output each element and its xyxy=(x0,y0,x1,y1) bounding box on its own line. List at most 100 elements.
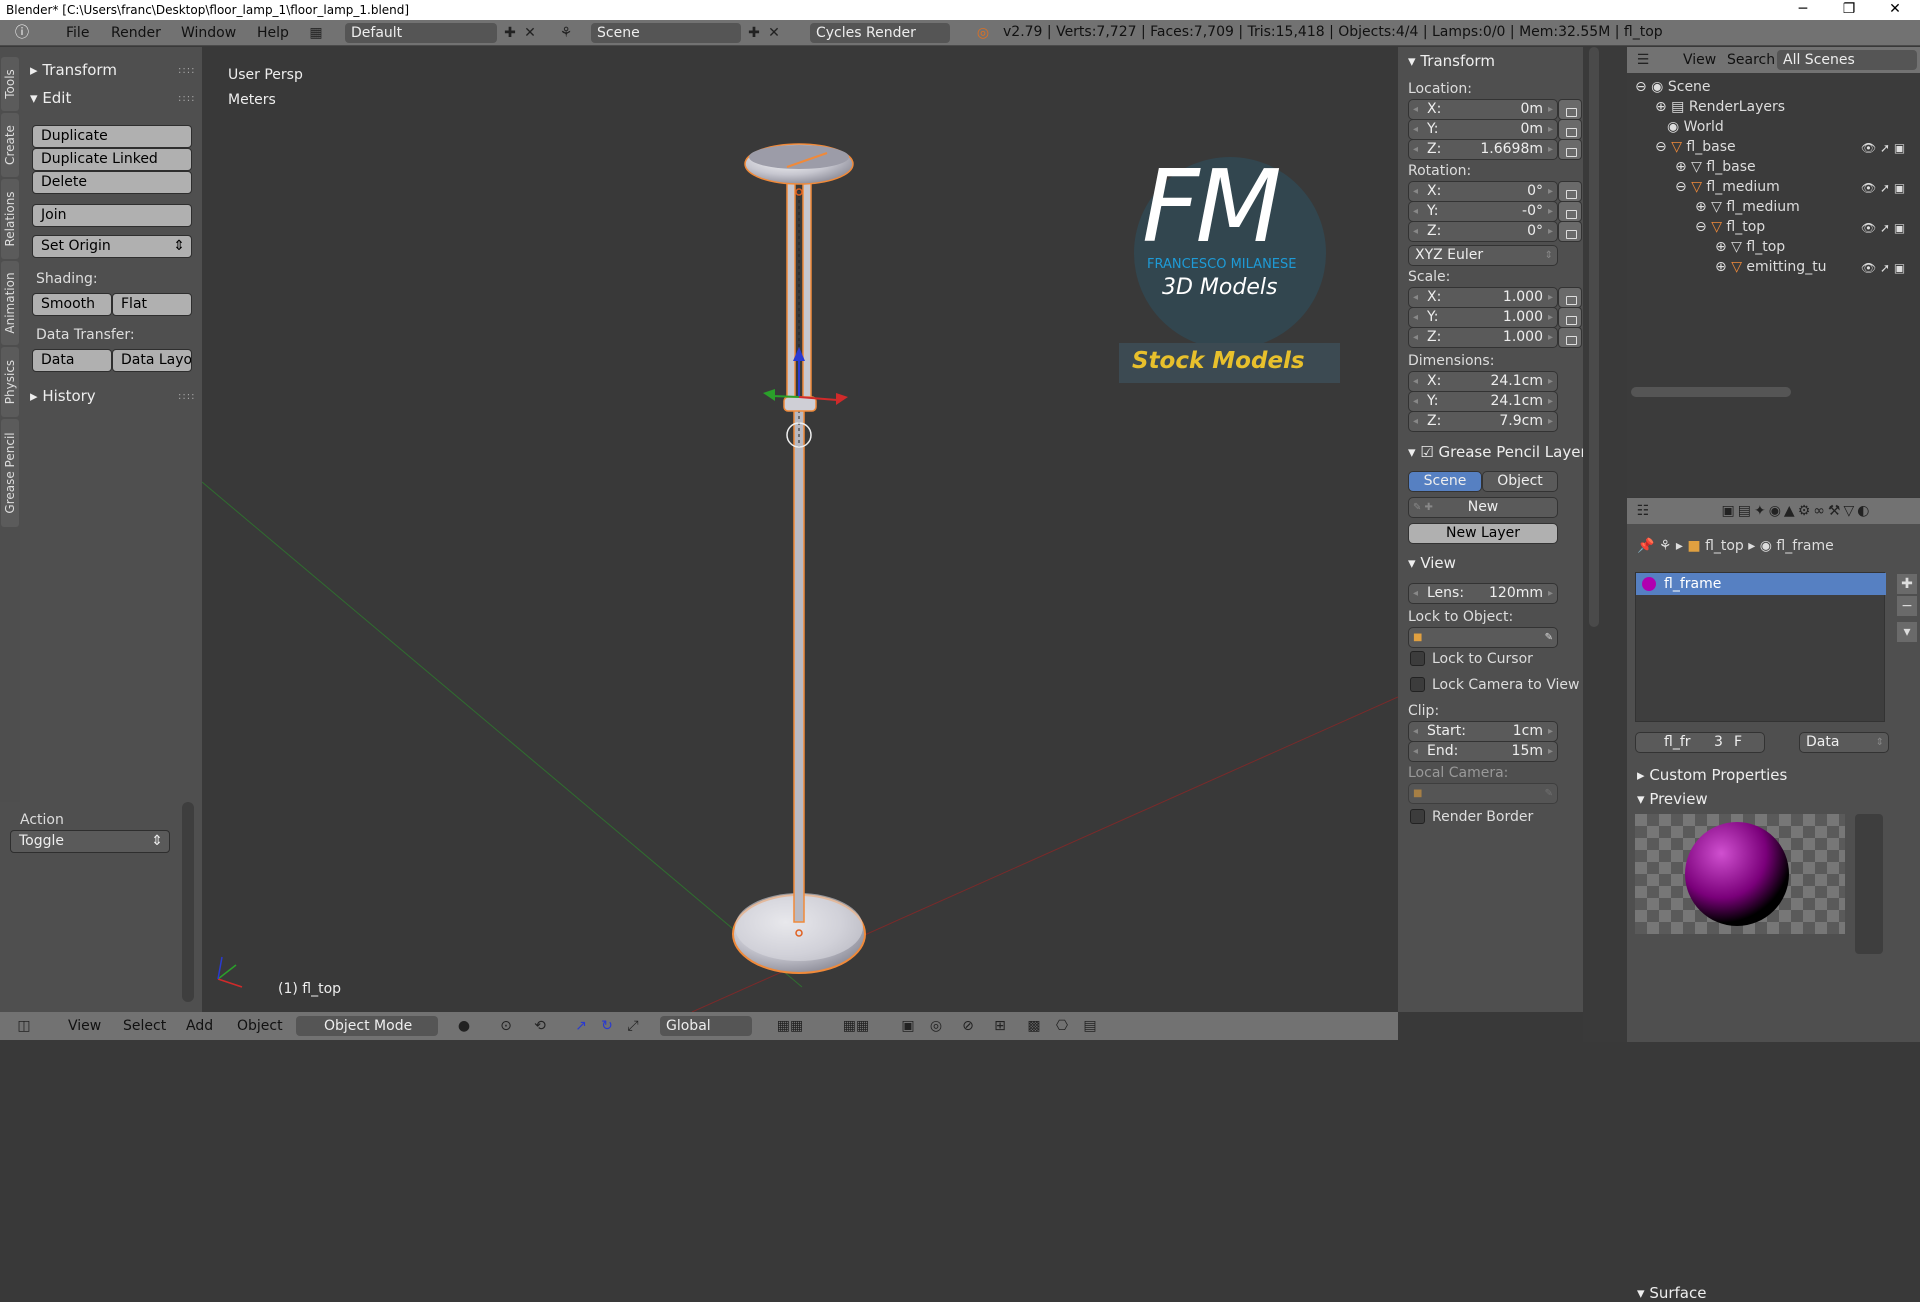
menu-object[interactable]: Object xyxy=(237,1018,283,1034)
duplicate-button[interactable]: Duplicate xyxy=(32,125,192,148)
outliner-editor-icon[interactable]: ☰ xyxy=(1633,50,1653,70)
maximize-button[interactable]: ❐ xyxy=(1826,0,1872,20)
view-panel-header[interactable]: ▾ View xyxy=(1408,554,1456,572)
tab-relations[interactable]: Relations xyxy=(1,179,19,259)
join-button[interactable]: Join xyxy=(32,204,192,227)
gp-new-button[interactable]: ✎ ✚ New xyxy=(1408,497,1558,518)
render-icon[interactable]: ▩ xyxy=(1024,1016,1044,1036)
menu-file[interactable]: File xyxy=(66,25,89,41)
tab-tools[interactable]: Tools xyxy=(1,57,19,111)
render-border-checkbox[interactable] xyxy=(1410,809,1425,824)
lock-to-cursor-checkbox[interactable] xyxy=(1410,651,1425,666)
lock-rotation-y-icon[interactable] xyxy=(1558,201,1582,222)
material-datablock-field[interactable]: fl_fr 3 F xyxy=(1635,732,1765,753)
outliner-item-fl-top-mesh[interactable]: ⊕ ▽ fl_top xyxy=(1715,239,1785,255)
tab-create[interactable]: Create xyxy=(1,113,19,177)
panel-drag-handle[interactable]: :::: xyxy=(178,93,195,104)
rotate-icon[interactable]: ↻ xyxy=(597,1016,617,1036)
visibility-eye-icon[interactable]: 👁 ➚ ▣ xyxy=(1861,181,1905,195)
flat-button[interactable]: Flat xyxy=(112,293,192,316)
smooth-button[interactable]: Smooth xyxy=(32,293,112,316)
slot-menu-icon[interactable]: ▾ xyxy=(1897,622,1917,642)
data-transfer-button[interactable]: Data xyxy=(32,349,112,372)
action-toggle-dropdown[interactable]: Toggle ⇕ xyxy=(10,830,170,853)
scene-field[interactable]: Scene xyxy=(591,23,741,43)
transform-header[interactable]: ▾ Transform xyxy=(1408,52,1495,70)
clip-start-field[interactable]: ◂ Start: 1cm ▸ xyxy=(1408,721,1558,742)
visibility-eye-icon[interactable]: 👁 ➚ ▣ xyxy=(1861,221,1905,235)
new-layer-button[interactable]: New Layer xyxy=(1408,523,1558,544)
viewport-shading-icon[interactable]: ● xyxy=(454,1016,474,1036)
grease-pencil-layer-header[interactable]: ▾ ☑ Grease Pencil Layer xyxy=(1408,443,1587,461)
snap-element-icon[interactable]: ⊞ xyxy=(990,1016,1010,1036)
preview-type-buttons[interactable] xyxy=(1855,814,1883,954)
rotation-z-field[interactable]: ◂ Z: 0° ▸ xyxy=(1408,221,1558,242)
preview-header[interactable]: ▾ Preview xyxy=(1637,790,1708,808)
edit-panel-header[interactable]: ▾ Edit xyxy=(30,89,71,107)
outliner-item-fl-base-mesh[interactable]: ⊕ ▽ fl_base xyxy=(1675,159,1756,175)
panel-drag-handle[interactable]: :::: xyxy=(178,391,195,402)
rotation-mode-select[interactable]: XYZ Euler ⇕ xyxy=(1408,245,1558,266)
data-layout-button[interactable]: Data Layo xyxy=(112,349,192,372)
add-layout-icon[interactable]: ✚ xyxy=(500,23,520,43)
outliner-item-fl-medium[interactable]: ⊖ ▽ fl_medium xyxy=(1675,179,1780,195)
material-slot-item[interactable]: fl_frame xyxy=(1636,573,1886,595)
outliner-item-scene[interactable]: ⊖ ◉ Scene xyxy=(1635,79,1711,95)
snap-icon[interactable]: ⊘ xyxy=(958,1016,978,1036)
outliner-item-emitting-tu[interactable]: ⊕ ▽ emitting_tu xyxy=(1715,259,1827,275)
lock-rotation-x-icon[interactable] xyxy=(1558,181,1582,202)
screen-layout-field[interactable]: Default xyxy=(345,23,497,43)
lock-location-x-icon[interactable] xyxy=(1558,99,1582,120)
properties-context-tabs[interactable]: ▣▤✦◉▲⚙∞⚒▽◐ xyxy=(1677,501,1917,521)
rotation-y-field[interactable]: ◂ Y: -0° ▸ xyxy=(1408,201,1558,222)
surface-header[interactable]: ▾ Surface xyxy=(1637,1284,1706,1302)
menu-select[interactable]: Select xyxy=(123,1018,166,1034)
pivot-icon[interactable]: ⊙ xyxy=(496,1016,516,1036)
tab-physics[interactable]: Physics xyxy=(1,347,19,417)
visibility-eye-icon[interactable]: 👁 ➚ ▣ xyxy=(1861,261,1905,275)
remove-scene-icon[interactable]: ✕ xyxy=(764,23,784,43)
menu-window[interactable]: Window xyxy=(181,25,236,41)
render-engine-select[interactable]: Cycles Render xyxy=(810,23,950,43)
local-camera-field[interactable]: ■ ✎ xyxy=(1408,783,1558,804)
orientation-select[interactable]: Global xyxy=(660,1016,752,1036)
properties-editor-icon[interactable]: ☷ xyxy=(1633,501,1653,521)
tab-grease-pencil[interactable]: Grease Pencil xyxy=(1,419,19,527)
outliner-item-renderlayers[interactable]: ⊕ ▤ RenderLayers xyxy=(1655,99,1785,115)
outliner-item-fl-base[interactable]: ⊖ ▽ fl_base xyxy=(1655,139,1736,155)
menu-help[interactable]: Help xyxy=(257,25,289,41)
layout-grid-icon[interactable]: ▦ xyxy=(306,23,326,43)
gp-scene-button[interactable]: Scene xyxy=(1408,471,1482,492)
rotation-x-field[interactable]: ◂ X: 0° ▸ xyxy=(1408,181,1558,202)
lock-layers-icon[interactable]: ▣ xyxy=(898,1016,918,1036)
custom-properties-header[interactable]: ▸ Custom Properties xyxy=(1637,766,1787,784)
minimize-button[interactable]: ─ xyxy=(1780,0,1826,20)
menu-view[interactable]: View xyxy=(68,1018,101,1034)
dimension-y-field[interactable]: ◂ Y: 24.1cm ▸ xyxy=(1408,391,1558,412)
history-panel-header[interactable]: ▸ History xyxy=(30,387,96,405)
menu-add[interactable]: Add xyxy=(186,1018,213,1034)
lens-field[interactable]: ◂ Lens: 120mm ▸ xyxy=(1408,583,1558,604)
outliner-menu-search[interactable]: Search xyxy=(1727,52,1775,68)
lock-scale-x-icon[interactable] xyxy=(1558,287,1582,308)
visibility-eye-icon[interactable]: 👁 ➚ ▣ xyxy=(1861,141,1905,155)
location-y-field[interactable]: ◂ Y: 0m ▸ xyxy=(1408,119,1558,140)
3d-viewport[interactable]: User Persp Meters (1) fl_top FM FRANCESC… xyxy=(202,47,1398,1012)
action-scrollbar[interactable] xyxy=(182,802,194,1002)
menu-render[interactable]: Render xyxy=(111,25,161,41)
add-scene-icon[interactable]: ✚ xyxy=(744,23,764,43)
lock-object-field[interactable]: ■ ✎ xyxy=(1408,627,1558,648)
info-editor-icon[interactable]: ⓘ xyxy=(12,23,32,43)
panel-drag-handle[interactable]: :::: xyxy=(178,65,195,76)
lock-scale-z-icon[interactable] xyxy=(1558,327,1582,348)
lock-location-z-icon[interactable] xyxy=(1558,139,1582,160)
tab-animation[interactable]: Animation xyxy=(1,261,19,345)
scene-icon[interactable]: ⚘ xyxy=(556,23,576,43)
translate-icon[interactable]: ↗ xyxy=(571,1016,591,1036)
scale-z-field[interactable]: ◂ Z: 1.000 ▸ xyxy=(1408,327,1558,348)
remove-slot-icon[interactable]: − xyxy=(1897,596,1917,616)
lock-scale-y-icon[interactable] xyxy=(1558,307,1582,328)
clip-end-field[interactable]: ◂ End: 15m ▸ xyxy=(1408,741,1558,762)
scale-icon[interactable]: ⤢ xyxy=(623,1016,643,1036)
proportional-edit-icon[interactable]: ◎ xyxy=(926,1016,946,1036)
